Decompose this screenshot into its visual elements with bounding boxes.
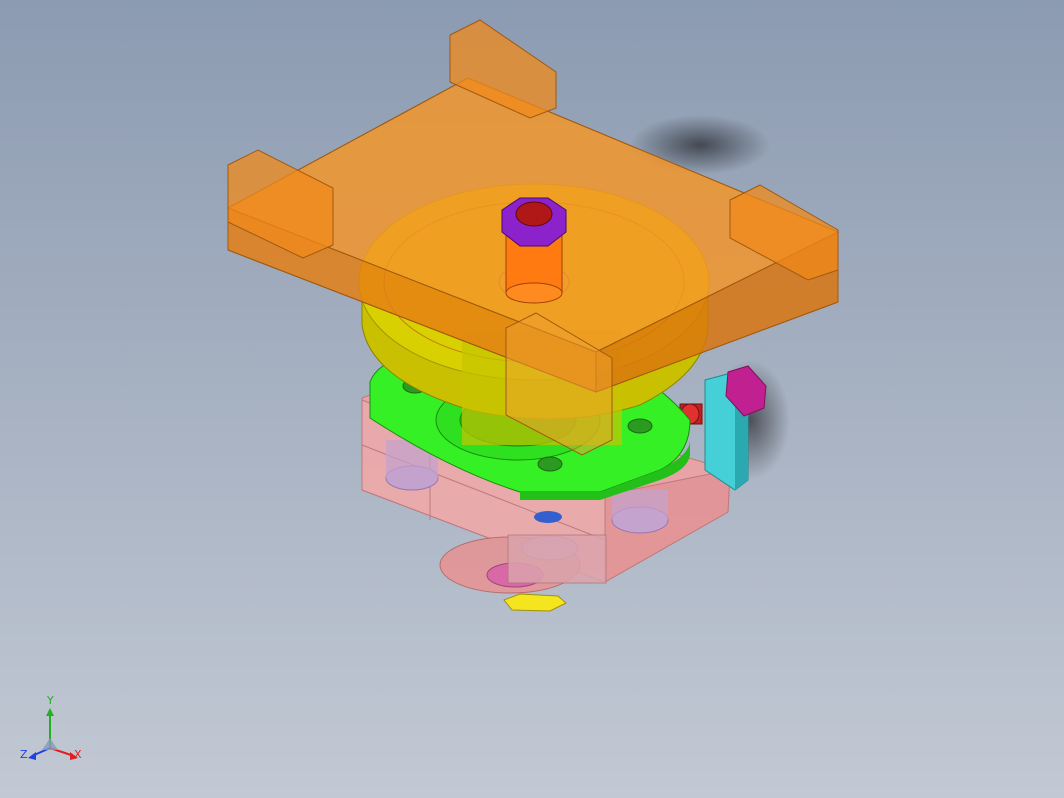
triad-origin-icon [42,738,58,750]
graphics-viewport[interactable]: Y X Z [0,0,1064,798]
bottom-nut[interactable] [503,593,567,612]
y-axis-label: Y [47,694,54,707]
y-axis-arrow-icon [46,708,54,716]
z-axis-label: Z [20,748,28,761]
cad-model[interactable] [0,0,1064,798]
axis-triad: Y X Z [18,694,88,770]
z-axis-arrow-icon [28,752,36,760]
x-axis-label: X [74,748,82,761]
hex-nut[interactable] [501,197,567,247]
